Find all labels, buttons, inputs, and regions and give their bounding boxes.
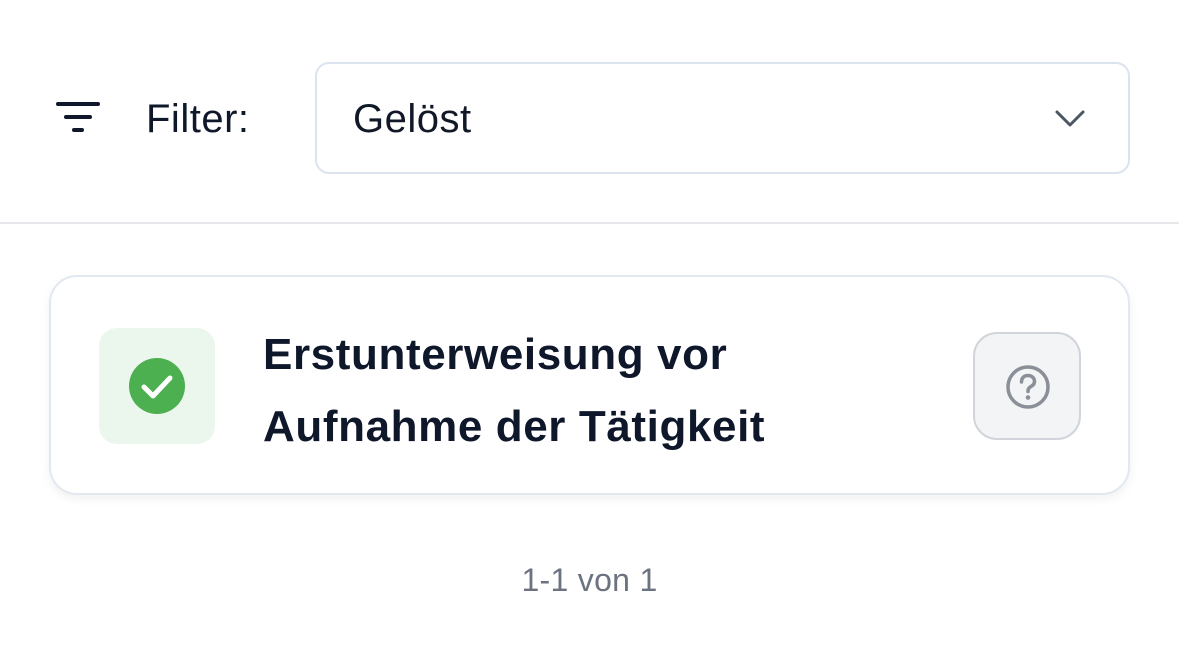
filter-select[interactable]: Gelöst: [315, 62, 1130, 174]
filter-selected-value: Gelöst: [353, 97, 472, 141]
chevron-down-icon: [1054, 108, 1086, 130]
filter-bar: Filter: Gelöst: [0, 0, 1179, 224]
check-circle-icon: [128, 357, 186, 415]
status-tile: [99, 328, 215, 444]
pagination-summary: 1-1 von 1: [521, 562, 658, 598]
help-button[interactable]: [973, 332, 1081, 440]
filter-label: Filter:: [146, 97, 250, 141]
filter-lines-icon: [54, 100, 102, 136]
task-title: Erstunterweisung vor Aufnahme der Tätigk…: [263, 330, 766, 451]
page: Filter: Gelöst Erstunterweisung vor Aufn…: [0, 0, 1179, 654]
task-card[interactable]: Erstunterweisung vor Aufnahme der Tätigk…: [49, 275, 1130, 495]
question-circle-icon: [1005, 364, 1051, 410]
